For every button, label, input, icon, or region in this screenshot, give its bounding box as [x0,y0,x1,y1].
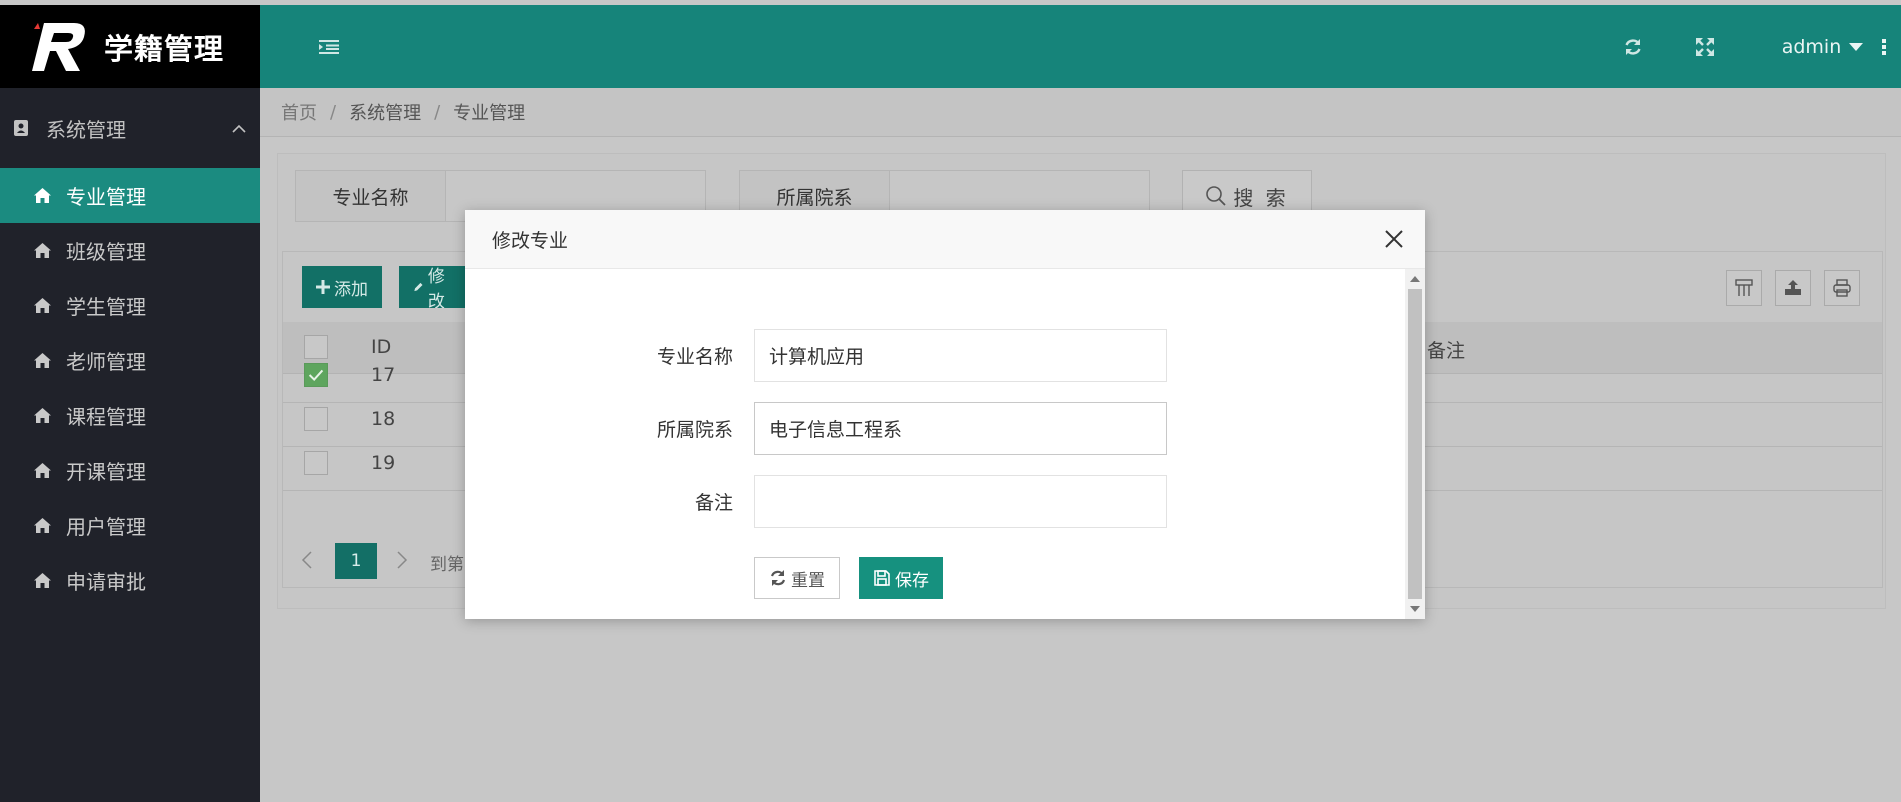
chevron-up-icon [230,119,248,137]
sidebar-item[interactable]: 班级管理 [0,223,260,278]
row-checkbox[interactable] [304,451,328,475]
expand-icon [1696,37,1714,56]
form-row-major-name: 专业名称 [465,329,1405,382]
refresh-button[interactable] [1618,5,1648,88]
logo: 学籍管理 [0,5,260,88]
dialog-header: 修改专业 [465,210,1425,269]
sidebar-item-label: 老师管理 [66,350,146,374]
search-icon [1206,186,1226,206]
edit-major-dialog: 修改专业 专业名称 所属院系 备注 重置 保存 [465,210,1425,619]
app-title: 学籍管理 [104,31,225,66]
add-button-label: 添加 [334,279,368,300]
search-button-label: 搜 索 [1233,185,1289,210]
logo-icon [30,21,88,73]
ellipsis-vertical-icon [1882,38,1886,55]
remark-label: 备注 [694,492,733,514]
save-button[interactable]: 保存 [859,557,943,599]
add-button[interactable]: 添加 [302,266,382,308]
edit-button-label: 修改 [427,267,445,308]
menu-toggle-button[interactable] [314,5,344,88]
scroll-down-arrow-icon[interactable] [1410,606,1420,612]
save-button-label: 保存 [895,570,929,591]
dialog-body: 专业名称 所属院系 备注 重置 保存 [465,269,1405,619]
home-icon [33,462,52,479]
columns-toggle-button[interactable] [1726,270,1762,306]
edit-button[interactable]: 修改 [399,266,465,308]
export-icon [1785,280,1801,295]
more-options-button[interactable] [1872,5,1896,88]
sidebar-item-label: 学生管理 [66,295,146,319]
sidebar-item-label: 班级管理 [66,240,146,264]
row-id: 18 [371,408,396,430]
close-icon[interactable] [1383,228,1405,250]
breadcrumb-current: 专业管理 [453,103,526,124]
row-id: 19 [371,452,396,474]
indent-icon [319,39,339,54]
department-input[interactable] [754,402,1167,455]
sidebar-group-label: 系统管理 [46,117,126,142]
home-icon [33,242,52,259]
sidebar-item[interactable]: 老师管理 [0,333,260,388]
goto-page-text: 到第 [430,555,464,575]
sidebar: 学籍管理 系统管理 专业管理班级管理学生管理老师管理课程管理开课管理用户管理申请… [0,5,260,802]
user-name: admin [1781,35,1842,58]
sidebar-item[interactable]: 专业管理 [0,168,260,223]
sidebar-item-label: 专业管理 [66,185,146,209]
major-name-input[interactable] [754,329,1167,382]
sidebar-item[interactable]: 学生管理 [0,278,260,333]
chevron-right-icon [397,551,408,569]
next-page-button[interactable] [396,550,408,575]
print-icon [1833,279,1851,297]
user-menu[interactable]: admin [1765,5,1880,88]
floppy-disk-icon [874,570,890,586]
sidebar-item[interactable]: 用户管理 [0,498,260,553]
fullscreen-button[interactable] [1690,5,1720,88]
id-card-icon [12,119,30,137]
department-label: 所属院系 [656,419,733,441]
home-icon [33,297,52,314]
search-label: 专业名称 [296,171,446,221]
sidebar-item-label: 课程管理 [66,405,146,429]
sidebar-item[interactable]: 课程管理 [0,388,260,443]
sidebar-item-label: 申请审批 [66,570,146,594]
sidebar-item[interactable]: 开课管理 [0,443,260,498]
major-name-label: 专业名称 [656,346,733,368]
row-id: 17 [371,364,396,386]
home-icon [33,407,52,424]
breadcrumb: 首页 / 系统管理 / 专业管理 [260,88,1901,137]
columns-icon [1735,279,1753,296]
chevron-left-icon [301,551,312,569]
home-icon [33,187,52,204]
pencil-icon [414,282,423,292]
refresh-icon [1625,38,1641,55]
row-checkbox[interactable] [304,407,328,431]
form-row-department: 所属院系 [465,402,1405,455]
dialog-title: 修改专业 [492,229,569,252]
dialog-scrollbar[interactable] [1405,269,1425,619]
reset-button[interactable]: 重置 [754,557,840,599]
sidebar-item[interactable]: 申请审批 [0,553,260,608]
prev-page-button[interactable] [301,550,313,575]
refresh-icon [770,570,786,586]
home-icon [33,517,52,534]
breadcrumb-system[interactable]: 系统管理 [349,99,421,125]
print-button[interactable] [1824,270,1860,306]
plus-icon [316,280,330,294]
home-icon [33,572,52,589]
reset-button-label: 重置 [791,570,825,591]
row-checkbox[interactable] [304,363,328,387]
home-icon [33,352,52,369]
top-header: admin [260,5,1901,88]
form-row-remark: 备注 [465,475,1405,528]
breadcrumb-home[interactable]: 首页 [281,99,317,125]
scroll-up-arrow-icon[interactable] [1410,276,1420,282]
sidebar-group-system[interactable]: 系统管理 [0,88,260,168]
remark-input[interactable] [754,475,1167,528]
sidebar-item-label: 开课管理 [66,460,146,484]
scroll-thumb[interactable] [1408,289,1422,599]
caret-down-icon [1849,42,1864,51]
sidebar-item-label: 用户管理 [66,515,146,539]
export-button[interactable] [1775,270,1811,306]
page-number-button[interactable]: 1 [335,543,377,579]
